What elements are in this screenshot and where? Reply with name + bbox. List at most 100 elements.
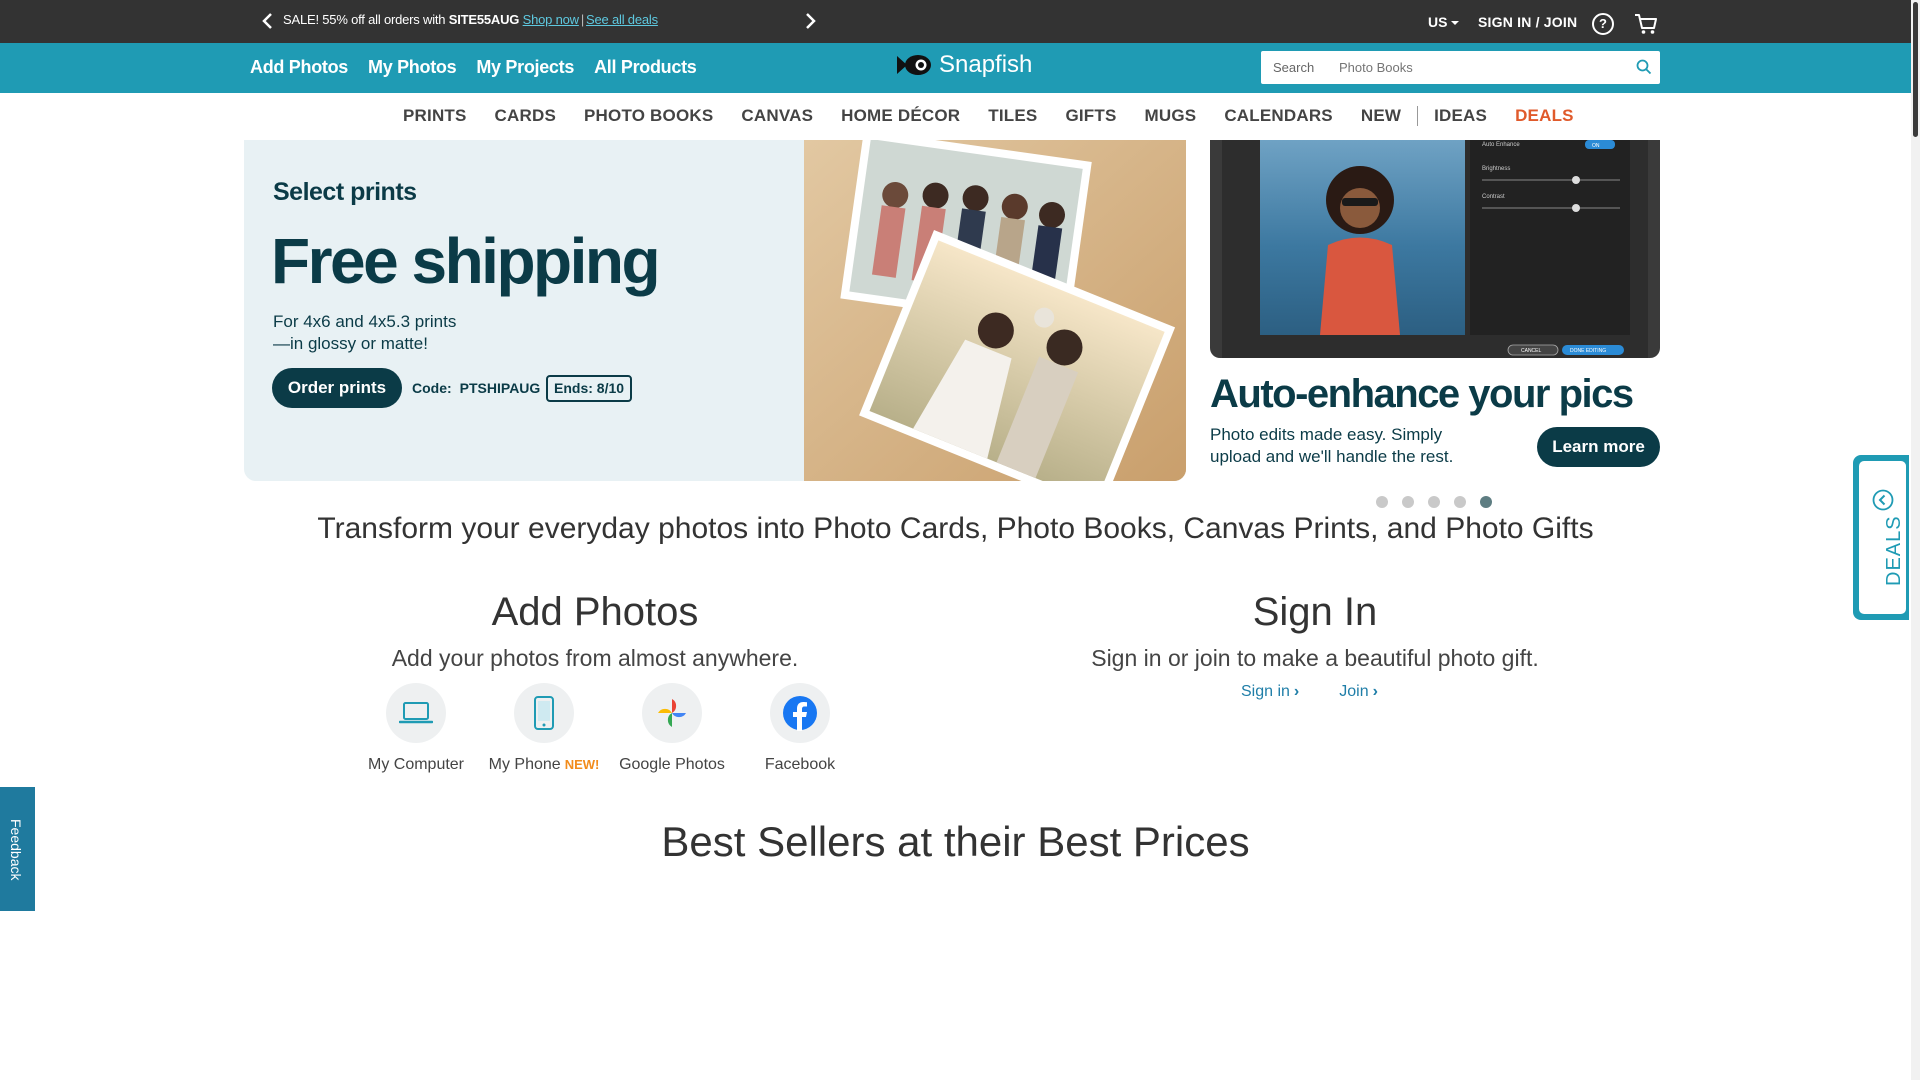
carousel-dot[interactable] — [1402, 496, 1414, 508]
source-facebook[interactable]: Facebook — [736, 683, 864, 774]
promo-bar: SALE! 55% off all orders with SITE55AUG … — [0, 0, 1911, 43]
join-link-label: Join — [1339, 683, 1369, 700]
promo-text: SALE! 55% off all orders with SITE55AUG … — [283, 12, 658, 27]
category-ideas[interactable]: IDEAS — [1434, 106, 1487, 126]
nav-my-photos[interactable]: My Photos — [368, 57, 457, 78]
chevron-right-icon: › — [1293, 683, 1300, 700]
snapfish-logo[interactable]: Snapfish — [895, 51, 1032, 79]
region-selector[interactable]: US — [1428, 14, 1460, 30]
tagline: Transform your everyday photos into Phot… — [317, 512, 1594, 545]
region-label: US — [1428, 14, 1448, 30]
chevron-right-icon: › — [1372, 683, 1378, 700]
nav-all-products[interactable]: All Products — [594, 57, 697, 78]
new-badge: NEW! — [564, 757, 600, 772]
promo-code-text: Code: PTSHIPAUG — [412, 380, 540, 396]
facebook-icon — [770, 683, 830, 743]
join-link[interactable]: Join › — [1339, 683, 1378, 701]
carousel-dot[interactable] — [1428, 496, 1440, 508]
ends-badge: Ends: 8/10 — [546, 375, 633, 402]
deals-side-tab[interactable]: DEALS — [1853, 455, 1909, 620]
category-home-decor[interactable]: HOME DÉCOR — [841, 106, 960, 126]
search-label: Search — [1273, 60, 1315, 75]
sign-in-link-label: Sign in — [1241, 683, 1290, 700]
source-my-computer[interactable]: My Computer — [352, 683, 480, 774]
category-calendars[interactable]: CALENDARS — [1224, 106, 1333, 126]
category-new[interactable]: NEW — [1361, 106, 1401, 126]
best-sellers-heading: Best Sellers at their Best Prices — [661, 818, 1250, 865]
promo-prefix: SALE! 55% off all orders with — [283, 12, 449, 27]
source-label: Facebook — [764, 756, 836, 773]
brightness-label: Brightness — [1482, 166, 1510, 172]
category-prints[interactable]: PRINTS — [403, 106, 467, 126]
chevron-right-icon[interactable] — [800, 11, 820, 31]
banner-subtext-line-1: For 4x6 and 4x5.3 prints — [273, 312, 457, 331]
category-mugs[interactable]: MUGS — [1145, 106, 1197, 126]
category-cards[interactable]: CARDS — [495, 106, 556, 126]
nav-my-projects[interactable]: My Projects — [476, 57, 574, 78]
promo-code: SITE55AUG — [448, 12, 520, 27]
banner-headline: Free shipping — [271, 225, 661, 297]
auto-enhance-toggle: ON — [1592, 143, 1600, 149]
caret-down-icon — [1451, 21, 1460, 29]
source-label: My Computer — [367, 756, 465, 773]
feedback-tab[interactable]: Feedback — [0, 787, 35, 911]
code-value: PTSHIPAUG — [459, 380, 541, 396]
source-label-phone: My Phone NEW! — [480, 756, 608, 774]
auto-enhance-banner[interactable]: Auto Enhance ON Brightness Contrast CANC… — [1210, 140, 1660, 480]
category-deals[interactable]: DEALS — [1515, 106, 1574, 126]
chevron-left-icon[interactable] — [258, 11, 278, 31]
nav-add-photos[interactable]: Add Photos — [250, 57, 348, 78]
banner-subtext-line-2: —in glossy or matte! — [273, 334, 428, 353]
logo-text: Snapfish — [939, 51, 1033, 78]
contrast-label: Contrast — [1482, 194, 1505, 200]
category-divider — [1417, 106, 1419, 126]
source-google-photos[interactable]: Google Photos — [608, 683, 736, 774]
carousel-dot[interactable] — [1454, 496, 1466, 508]
sign-in-link[interactable]: Sign in › — [1241, 683, 1299, 701]
scrollbar[interactable] — [1911, 0, 1920, 1080]
auto-enhance-subtext-line-2: upload and we'll handle the rest. — [1210, 447, 1454, 466]
fish-logo-icon — [897, 55, 931, 75]
source-label: My Phone — [488, 756, 561, 773]
source-my-phone[interactable]: My Phone NEW! — [480, 683, 608, 774]
sign-in-subtitle: Sign in or join to make a beautiful phot… — [1091, 645, 1539, 671]
code-label: Code: — [412, 380, 452, 396]
source-label: Google Photos — [619, 756, 725, 773]
laptop-icon — [386, 683, 446, 743]
done-editing-label: DONE EDITING — [1570, 348, 1606, 354]
banner-eyebrow: Select prints — [273, 178, 417, 206]
feedback-label: Feedback — [8, 819, 24, 881]
signin-join-link[interactable]: SIGN IN / JOIN — [1478, 14, 1577, 30]
search-icon[interactable] — [1636, 59, 1652, 75]
page: SALE! 55% off all orders with SITE55AUG … — [0, 0, 1920, 1080]
carousel-dots — [1376, 496, 1492, 508]
scrollbar-thumb[interactable] — [1913, 2, 1918, 137]
see-all-deals-link[interactable]: See all deals — [586, 12, 658, 27]
category-gifts[interactable]: GIFTS — [1065, 106, 1116, 126]
carousel-dot-active[interactable] — [1480, 496, 1492, 508]
carousel-dot[interactable] — [1376, 496, 1388, 508]
search-box: Search — [1261, 51, 1660, 84]
free-shipping-banner[interactable]: Select prints Free shipping For 4x6 and … — [244, 140, 1186, 481]
promo-separator: | — [580, 12, 585, 27]
sign-in-heading: Sign In — [1252, 590, 1378, 634]
google-photos-icon — [642, 683, 702, 743]
photo-editor-image: Auto Enhance ON Brightness Contrast CANC… — [1210, 140, 1660, 358]
wedding-prints-image — [804, 140, 1186, 481]
add-photos-subtitle: Add your photos from almost anywhere. — [391, 645, 799, 671]
category-canvas[interactable]: CANVAS — [741, 106, 813, 126]
main-nav: Add Photos My Photos My Projects All Pro… — [0, 43, 1911, 93]
cancel-label: CANCEL — [1521, 348, 1542, 354]
sign-in-links: Sign in › Join › — [1241, 683, 1378, 701]
order-prints-button[interactable]: Order prints — [272, 368, 402, 408]
cart-icon[interactable] — [1634, 13, 1658, 35]
learn-more-button[interactable]: Learn more — [1537, 427, 1660, 467]
category-tiles[interactable]: TILES — [988, 106, 1037, 126]
auto-enhance-subtext: Photo edits made easy. Simply upload and… — [1210, 424, 1490, 468]
category-nav: PRINTS CARDS PHOTO BOOKS CANVAS HOME DÉC… — [0, 93, 1911, 140]
shop-now-link[interactable]: Shop now — [523, 12, 579, 27]
search-input[interactable] — [1339, 52, 1619, 83]
help-icon[interactable]: ? — [1592, 13, 1614, 35]
auto-enhance-headline: Auto-enhance your pics — [1210, 372, 1634, 416]
category-photo-books[interactable]: PHOTO BOOKS — [584, 106, 713, 126]
